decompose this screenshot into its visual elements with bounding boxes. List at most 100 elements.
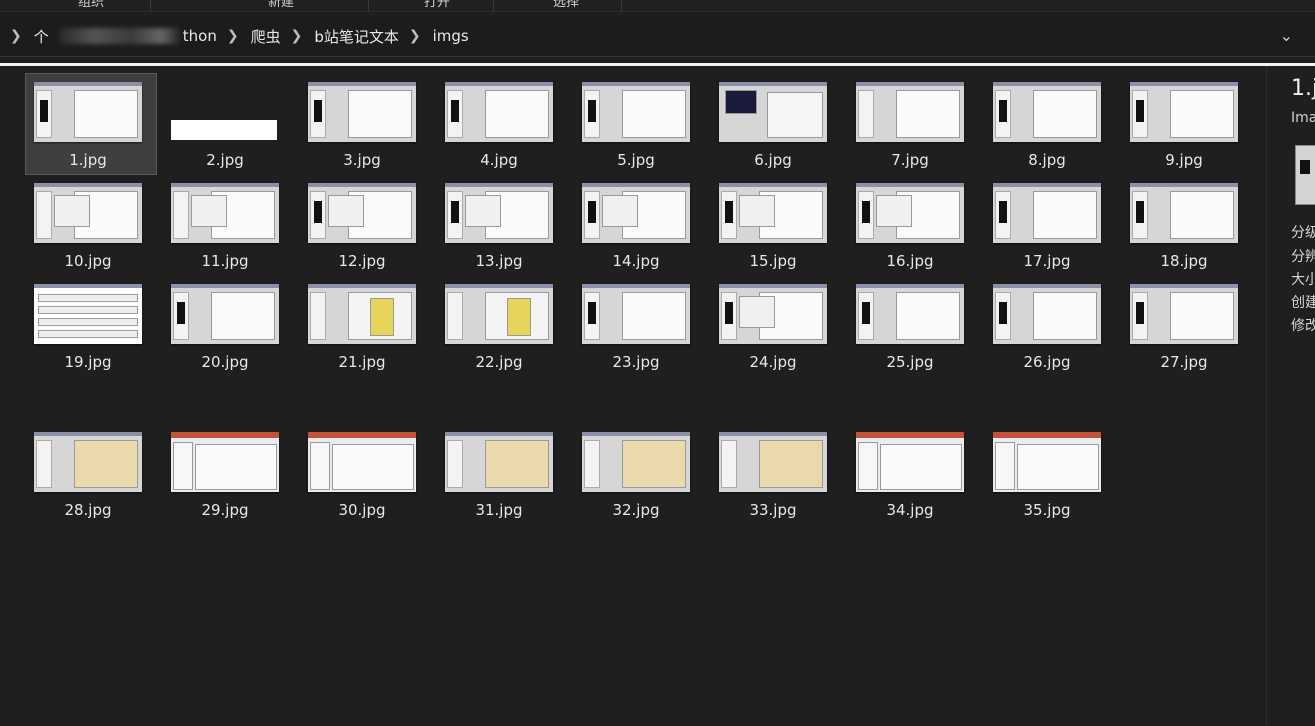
file-thumbnail [856,82,964,142]
file-thumbnail [445,432,553,492]
file-item[interactable]: 9.jpg [1122,74,1252,174]
file-item[interactable]: 33.jpg [711,424,841,524]
file-name: 32.jpg [612,501,660,519]
file-item[interactable]: 7.jpg [848,74,978,174]
file-name: 6.jpg [754,151,792,169]
file-thumbnail [445,183,553,243]
file-thumbnail [171,82,279,142]
file-item[interactable]: 20.jpg [163,276,293,376]
file-item[interactable]: 1.jpg [25,73,157,175]
file-item[interactable]: 35.jpg [985,424,1115,524]
file-thumbnail [856,183,964,243]
file-thumbnail [582,432,690,492]
file-name: 5.jpg [617,151,655,169]
file-name: 15.jpg [749,252,797,270]
breadcrumb-item[interactable]: 个 [34,26,49,47]
ribbon-label: 打开 [424,0,451,10]
file-thumbnail [856,284,964,344]
file-item[interactable]: 30.jpg [300,424,430,524]
file-name: 13.jpg [475,252,523,270]
file-thumbnail [34,284,142,344]
file-item[interactable]: 28.jpg [26,424,156,524]
ribbon-group-open[interactable]: 打开 [368,0,494,11]
file-name: 27.jpg [1160,353,1208,371]
preview-prop-created: 创建 [1291,295,1315,311]
file-item[interactable]: 32.jpg [574,424,704,524]
file-name: 35.jpg [1023,501,1071,519]
chevron-right-icon[interactable]: ❯ [10,28,22,44]
file-item[interactable]: 23.jpg [574,276,704,376]
preview-prop-modified: 修改 [1291,318,1315,334]
file-item[interactable]: 17.jpg [985,175,1115,275]
file-name: 10.jpg [64,252,112,270]
file-item[interactable]: 10.jpg [26,175,156,275]
file-item[interactable]: 21.jpg [300,276,430,376]
chevron-right-icon[interactable]: ❯ [409,28,421,44]
ribbon-group-organize[interactable]: 组织 [0,0,151,11]
file-item[interactable]: 11.jpg [163,175,293,275]
file-item[interactable]: 3.jpg [300,74,430,174]
redacted-path [58,28,179,44]
file-item[interactable]: 34.jpg [848,424,978,524]
file-thumbnail [993,82,1101,142]
file-item[interactable]: 31.jpg [437,424,567,524]
file-item[interactable]: 5.jpg [574,74,704,174]
file-thumbnail [308,432,416,492]
file-name: 19.jpg [64,353,112,371]
file-item[interactable]: 12.jpg [300,175,430,275]
file-name: 24.jpg [749,353,797,371]
file-thumbnail [1130,82,1238,142]
ribbon-group-select[interactable]: 选择 [493,0,622,11]
breadcrumb-item[interactable]: b站笔记文本 [314,26,399,47]
preview-prop-rating: 分级 [1291,225,1315,241]
file-thumbnail [308,284,416,344]
file-item[interactable]: 22.jpg [437,276,567,376]
file-name: 14.jpg [612,252,660,270]
file-thumbnail [34,432,142,492]
file-item[interactable]: 24.jpg [711,276,841,376]
preview-thumbnail [1295,145,1315,205]
breadcrumb-item[interactable]: 爬虫 [251,26,281,47]
file-thumbnail [582,284,690,344]
chevron-down-icon[interactable]: ⌄ [1280,26,1293,45]
file-item[interactable]: 13.jpg [437,175,567,275]
breadcrumb: ❯ 个 thon ❯ 爬虫 ❯ b站笔记文本 ❯ imgs [6,16,475,56]
file-item[interactable]: 16.jpg [848,175,978,275]
ribbon-group-new[interactable]: 新建 [150,0,369,11]
file-name: 7.jpg [891,151,929,169]
file-thumbnail [582,82,690,142]
file-item[interactable]: 25.jpg [848,276,978,376]
file-item[interactable]: 8.jpg [985,74,1115,174]
chevron-right-icon[interactable]: ❯ [291,28,303,44]
file-name: 3.jpg [343,151,381,169]
file-thumbnail [993,183,1101,243]
preview-filetype: Ima [1291,110,1315,126]
file-thumbnail [171,284,279,344]
file-item[interactable]: 19.jpg [26,276,156,376]
chevron-right-icon[interactable]: ❯ [227,28,239,44]
file-item[interactable]: 6.jpg [711,74,841,174]
file-item[interactable]: 15.jpg [711,175,841,275]
file-name: 1.jpg [69,151,107,169]
file-item[interactable]: 2.jpg [163,74,293,174]
file-item[interactable]: 27.jpg [1122,276,1252,376]
file-name: 4.jpg [480,151,518,169]
file-item[interactable]: 18.jpg [1122,175,1252,275]
file-thumbnail [34,183,142,243]
file-item[interactable]: 29.jpg [163,424,293,524]
file-item[interactable]: 26.jpg [985,276,1115,376]
file-name: 18.jpg [1160,252,1208,270]
file-thumbnail [719,284,827,344]
breadcrumb-item[interactable]: imgs [433,27,469,45]
file-thumbnail [719,183,827,243]
preview-filename: 1.j [1291,76,1315,101]
breadcrumb-item[interactable]: thon [183,27,217,45]
address-bar[interactable]: ❯ 个 thon ❯ 爬虫 ❯ b站笔记文本 ❯ imgs ⌄ [0,16,1315,57]
file-item[interactable]: 14.jpg [574,175,704,275]
file-name: 9.jpg [1165,151,1203,169]
file-name: 11.jpg [201,252,249,270]
file-thumbnail [171,432,279,492]
file-item[interactable]: 4.jpg [437,74,567,174]
file-thumbnail [34,82,142,142]
file-thumbnail [171,183,279,243]
